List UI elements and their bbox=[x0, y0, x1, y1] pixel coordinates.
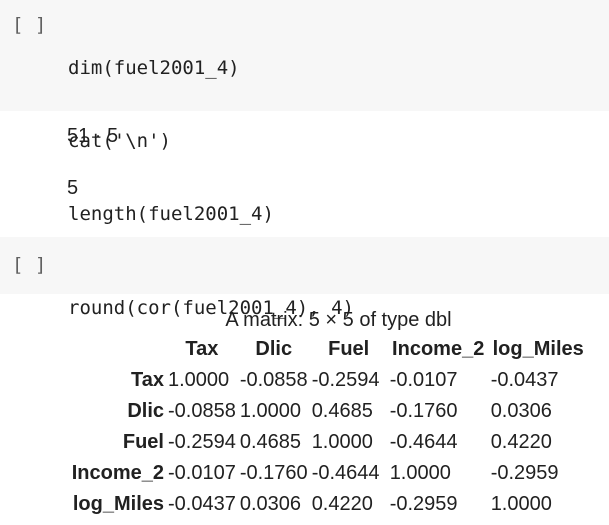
matrix-cell: -0.0437 bbox=[168, 493, 236, 515]
correlation-matrix: Tax Dlic Fuel Income_2 log_Miles Tax 1.0… bbox=[67, 334, 588, 520]
column-header: log_Miles bbox=[492, 338, 584, 360]
row-header: Tax bbox=[131, 369, 164, 391]
code-cell-1[interactable]: [ ] dim(fuel2001_4) cat('\n') length(fue… bbox=[0, 0, 609, 225]
row-header: Dlic bbox=[127, 400, 164, 422]
matrix-cell: 1.0000 bbox=[389, 462, 451, 484]
matrix-cell: -0.0107 bbox=[168, 462, 236, 484]
code-cell-2[interactable]: [ ] round(cor(fuel2001_4), 4) bbox=[0, 237, 609, 319]
column-header: Fuel bbox=[328, 338, 370, 360]
matrix-cell: -0.2959 bbox=[490, 462, 559, 484]
matrix-cell: -0.2594 bbox=[168, 431, 236, 453]
matrix-cell: -0.0437 bbox=[490, 369, 559, 391]
code-line: length(fuel2001_4) bbox=[68, 203, 274, 225]
matrix-cell: -0.0107 bbox=[389, 369, 458, 391]
matrix-cell: 0.4685 bbox=[239, 431, 302, 453]
run-cell-button[interactable]: [ ] bbox=[12, 251, 46, 279]
matrix-cell: -0.2959 bbox=[389, 493, 458, 515]
matrix-cell: -0.4644 bbox=[311, 462, 380, 484]
matrix-row: Dlic -0.0858 1.0000 0.4685 -0.1760 0.030… bbox=[67, 396, 588, 427]
column-header: Income_2 bbox=[392, 338, 485, 360]
matrix-cell: 1.0000 bbox=[311, 431, 373, 453]
matrix-cell: 1.0000 bbox=[239, 400, 302, 422]
matrix-cell: -0.1760 bbox=[239, 462, 308, 484]
code-line: dim(fuel2001_4) bbox=[68, 57, 240, 79]
matrix-cell: 0.0306 bbox=[239, 493, 302, 515]
matrix-row: log_Miles -0.0437 0.0306 0.4220 -0.2959 … bbox=[67, 489, 588, 520]
matrix-cell: 1.0000 bbox=[490, 493, 552, 515]
matrix-cell: -0.0858 bbox=[239, 369, 308, 391]
column-header: Dlic bbox=[255, 338, 293, 360]
matrix-cell: -0.0858 bbox=[168, 400, 236, 422]
row-header: log_Miles bbox=[72, 493, 164, 515]
matrix-header-row: Tax Dlic Fuel Income_2 log_Miles bbox=[67, 334, 588, 365]
matrix-cell: 0.4220 bbox=[311, 493, 373, 515]
row-header: Fuel bbox=[122, 431, 164, 453]
output-length: 5 bbox=[67, 177, 79, 199]
matrix-corner bbox=[67, 334, 166, 365]
row-header: Income_2 bbox=[71, 462, 164, 484]
matrix-row: Fuel -0.2594 0.4685 1.0000 -0.4644 0.422… bbox=[67, 427, 588, 458]
matrix-cell: -0.4644 bbox=[389, 431, 458, 453]
matrix-caption: A matrix: 5 × 5 of type dbl bbox=[225, 309, 452, 331]
column-header: Tax bbox=[185, 338, 219, 360]
matrix-cell: 0.0306 bbox=[490, 400, 552, 422]
matrix-cell: 0.4220 bbox=[490, 431, 552, 453]
matrix-cell: 1.0000 bbox=[168, 369, 230, 391]
matrix-cell: -0.1760 bbox=[389, 400, 458, 422]
matrix-row: Income_2 -0.0107 -0.1760 -0.4644 1.0000 … bbox=[67, 458, 588, 489]
output-dim: 51 · 5 bbox=[67, 125, 119, 147]
run-cell-button[interactable]: [ ] bbox=[12, 11, 46, 39]
matrix-row: Tax 1.0000 -0.0858 -0.2594 -0.0107 -0.04… bbox=[67, 365, 588, 396]
matrix-cell: -0.2594 bbox=[311, 369, 380, 391]
matrix-cell: 0.4685 bbox=[311, 400, 373, 422]
